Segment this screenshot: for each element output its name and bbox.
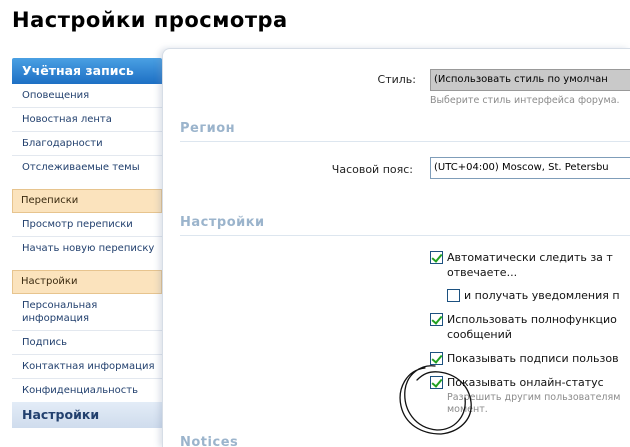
sidebar-item-thanks[interactable]: Благодарности [12, 132, 162, 156]
online-status-hint-line2: момент. [447, 404, 488, 415]
auto-watch-label-line2: отвечаете... [447, 266, 518, 279]
sidebar-item-signature[interactable]: Подпись [12, 331, 162, 355]
sidebar-item-personal-info[interactable]: Персональная информация [12, 294, 162, 331]
option-email-notify[interactable]: и получать уведомления п [447, 288, 620, 303]
timezone-label: Часовой пояс: [331, 163, 413, 176]
email-notify-checkbox[interactable] [447, 289, 460, 302]
page-title: Настройки просмотра [12, 8, 288, 32]
full-editor-checkbox[interactable] [430, 313, 443, 326]
option-show-online-status[interactable]: Показывать онлайн-статус [430, 375, 604, 390]
notices-section-title: Notices [180, 435, 239, 447]
style-label: Стиль: [377, 73, 416, 86]
option-full-editor[interactable]: Использовать полнофункцио сообщений [430, 312, 617, 342]
show-online-status-checkbox[interactable] [430, 376, 443, 389]
full-editor-label-line1: Использовать полнофункцио [447, 313, 617, 326]
sidebar-item-watched-threads[interactable]: Отслеживаемые темы [12, 156, 162, 179]
auto-watch-label-line1: Автоматически следить за т [447, 251, 613, 264]
sidebar-item-view-conversations[interactable]: Просмотр переписки [12, 213, 162, 237]
settings-divider [180, 235, 630, 236]
sidebar: Учётная запись Оповещения Новостная лент… [12, 58, 162, 428]
show-signatures-label: Показывать подписи пользов [447, 352, 619, 365]
full-editor-label-line2: сообщений [447, 328, 512, 341]
sidebar-item-start-conversation[interactable]: Начать новую переписку [12, 237, 162, 260]
option-auto-watch[interactable]: Автоматически следить за т отвечаете... [430, 250, 613, 280]
auto-watch-checkbox[interactable] [430, 251, 443, 264]
region-section-title: Регион [180, 121, 236, 136]
sidebar-item-contact-info[interactable]: Контактная информация [12, 355, 162, 379]
region-divider [180, 141, 630, 142]
settings-section-title: Настройки [180, 215, 265, 230]
sidebar-item-privacy[interactable]: Конфиденциальность [12, 379, 162, 402]
email-notify-label: и получать уведомления п [464, 289, 620, 302]
sidebar-header-conversations[interactable]: Переписки [12, 189, 162, 213]
option-show-signatures[interactable]: Показывать подписи пользов [430, 351, 619, 366]
timezone-select[interactable]: (UTC+04:00) Moscow, St. Petersbu [430, 157, 630, 179]
sidebar-header-preferences[interactable]: Настройки [12, 402, 162, 428]
sidebar-item-notifications[interactable]: Оповещения [12, 84, 162, 108]
online-status-hint-line1: Разрешить другим пользователям [447, 392, 621, 403]
style-select[interactable]: (Использовать стиль по умолчан [430, 69, 630, 91]
show-online-status-label: Показывать онлайн-статус [447, 376, 604, 389]
style-hint: Выберите стиль интерфейса форума. [430, 95, 620, 106]
preferences-panel: Стиль: (Использовать стиль по умолчан Вы… [162, 48, 630, 447]
sidebar-header-account[interactable]: Учётная запись [12, 58, 162, 84]
sidebar-item-news-feed[interactable]: Новостная лента [12, 108, 162, 132]
show-signatures-checkbox[interactable] [430, 352, 443, 365]
sidebar-header-settings[interactable]: Настройки [12, 270, 162, 294]
